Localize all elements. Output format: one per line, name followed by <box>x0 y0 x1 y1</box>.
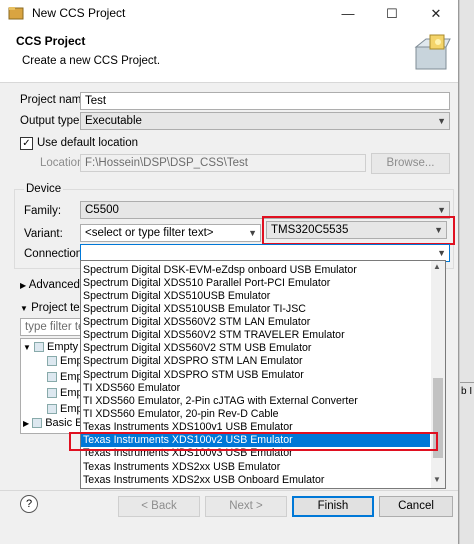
variant-value: TMS320C5535 <box>271 224 349 236</box>
tree-item-basic[interactable]: ▶ Basic E <box>23 415 83 431</box>
use-default-location-label: Use default location <box>37 137 139 149</box>
connection-option[interactable]: TI XDS560 Emulator, 2-Pin cJTAG with Ext… <box>81 395 430 408</box>
triangle-down-icon: ▼ <box>20 304 28 313</box>
connection-option[interactable]: Spectrum Digital DSK-EVM-eZdsp onboard U… <box>81 264 430 277</box>
connection-dropdown-list[interactable]: Spectrum Digital DSK-EVM-eZdsp onboard U… <box>80 260 446 489</box>
title-bar: New CCS Project — ☐ ✕ <box>0 0 458 27</box>
browse-button[interactable]: Browse... <box>371 153 450 174</box>
folder-icon <box>32 418 43 429</box>
project-icon <box>47 356 57 367</box>
connection-option[interactable]: Spectrum Digital XDSPRO STM USB Emulator <box>81 369 430 382</box>
variant-filter-combo[interactable]: <select or type filter text> ▼ <box>80 224 261 242</box>
page-title: CCS Project <box>16 34 86 48</box>
variant-label: Variant: <box>24 228 63 240</box>
checkmark-icon: ✓ <box>22 138 31 149</box>
window-title: New CCS Project <box>32 6 126 20</box>
connection-option[interactable]: Spectrum Digital XDS510 Parallel Port-PC… <box>81 277 430 290</box>
variant-select[interactable]: TMS320C5535 ▼ <box>266 221 447 239</box>
advanced-settings-toggle[interactable]: ▶ Advanced s <box>20 279 89 291</box>
project-icon <box>47 388 57 399</box>
connection-option[interactable]: Spectrum Digital XDS560V2 STM TRAVELER E… <box>81 329 430 342</box>
new-ccs-project-dialog: New CCS Project — ☐ ✕ CCS Project Create… <box>0 0 459 544</box>
selection-highlight-box <box>69 432 438 451</box>
project-templates-toggle[interactable]: ▼ Project tem <box>20 302 89 314</box>
connection-option[interactable]: Spectrum Digital XDSPRO STM LAN Emulator <box>81 355 430 368</box>
close-button[interactable]: ✕ <box>414 0 458 27</box>
connection-option[interactable]: Spectrum Digital XDS510USB Emulator TI-J… <box>81 303 430 316</box>
connection-label: Connection: <box>24 248 86 260</box>
minimize-button[interactable]: — <box>326 0 370 27</box>
tree-item[interactable]: Emp <box>47 385 83 401</box>
folder-icon <box>33 342 44 353</box>
ccs-app-icon <box>8 7 24 20</box>
finish-button[interactable]: Finish <box>292 496 374 517</box>
family-label: Family: <box>24 205 62 217</box>
help-icon[interactable]: ? <box>20 495 38 513</box>
project-name-input[interactable]: Test <box>80 92 450 110</box>
background-window: b I <box>460 0 474 544</box>
output-type-select[interactable]: Executable ▼ <box>80 112 450 130</box>
next-button[interactable]: Next > <box>205 496 287 517</box>
cancel-button[interactable]: Cancel <box>379 496 453 517</box>
connection-option[interactable]: Texas Instruments XDS2xx USB Onboard Emu… <box>81 474 430 487</box>
chevron-down-icon: ▼ <box>248 228 257 238</box>
maximize-button[interactable]: ☐ <box>370 0 414 27</box>
template-filter-input[interactable]: type filter tex <box>20 318 84 336</box>
output-type-label: Output type: <box>20 115 83 127</box>
connection-option[interactable]: Spectrum Digital XDS560V2 STM LAN Emulat… <box>81 316 430 329</box>
project-icon <box>47 404 57 415</box>
location-input[interactable]: F:\Hossein\DSP\DSP_CSS\Test <box>80 154 366 172</box>
scroll-up-icon[interactable]: ▲ <box>433 262 441 271</box>
connection-option[interactable]: Texas Instruments XDS2xx USB Emulator <box>81 461 430 474</box>
folder-wizard-icon <box>414 34 451 70</box>
family-value: C5500 <box>85 204 119 216</box>
project-icon <box>47 372 57 383</box>
connection-option[interactable]: Spectrum Digital XDS560V2 STM USB Emulat… <box>81 342 430 355</box>
back-button[interactable]: < Back <box>118 496 200 517</box>
background-divider <box>460 382 474 383</box>
background-text: b I <box>461 386 473 397</box>
chevron-down-icon: ▼ <box>437 116 446 126</box>
connection-option[interactable]: TI XDS560 Emulator, 20-pin Rev-D Cable <box>81 408 430 421</box>
list-scrollbar[interactable]: ▲ ▼ <box>431 261 445 488</box>
expand-arrow-icon: ▼ <box>23 343 31 352</box>
chevron-down-icon: ▼ <box>434 225 443 235</box>
scroll-down-icon[interactable]: ▼ <box>433 475 441 484</box>
tree-item[interactable]: Emp <box>47 369 83 385</box>
page-description: Create a new CCS Project. <box>22 55 161 67</box>
template-tree: ▼ Empty Empt Emp Emp Emp ▶ Basic E <box>20 338 86 434</box>
connection-option[interactable]: TI XDS560 Emulator <box>81 382 430 395</box>
output-type-value: Executable <box>85 115 142 127</box>
variant-filter-text: <select or type filter text> <box>85 227 214 239</box>
triangle-right-icon: ▶ <box>20 281 27 290</box>
chevron-down-icon: ▼ <box>437 248 446 258</box>
device-group-label: Device <box>24 183 64 195</box>
expand-arrow-icon: ▶ <box>23 419 30 428</box>
wizard-header: CCS Project Create a new CCS Project. <box>0 27 458 83</box>
connection-option[interactable]: Spectrum Digital XDS510USB Emulator <box>81 290 430 303</box>
use-default-location-checkbox[interactable]: ✓ <box>20 137 33 150</box>
button-bar-separator <box>0 490 458 491</box>
